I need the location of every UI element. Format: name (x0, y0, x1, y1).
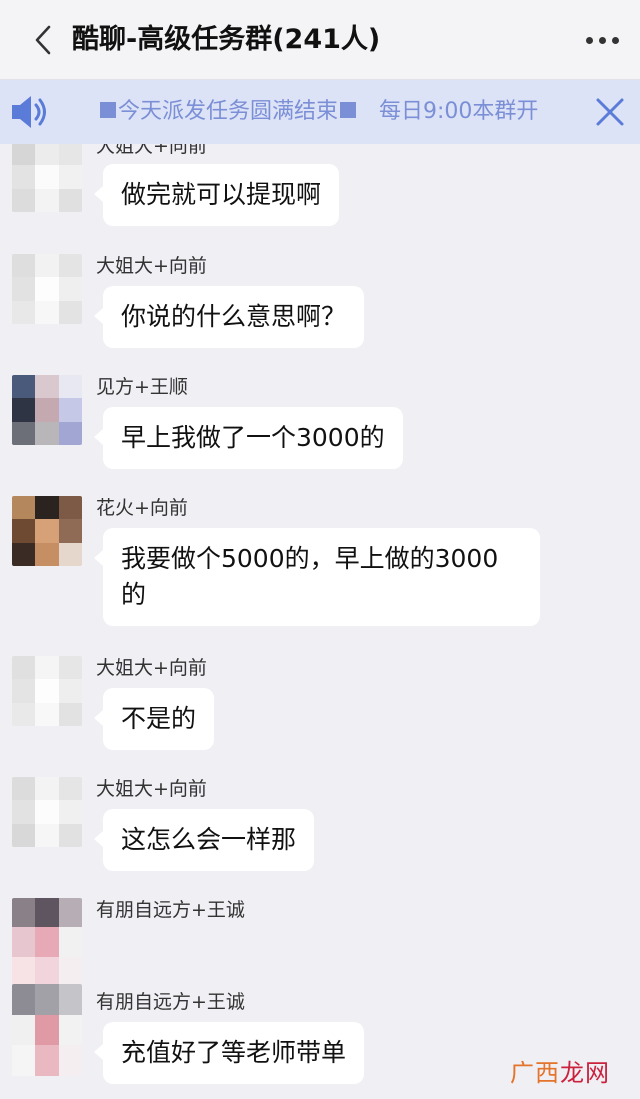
avatar[interactable] (12, 656, 82, 726)
message-bubble[interactable]: 这怎么会一样那 (93, 809, 315, 871)
avatar[interactable] (12, 898, 82, 986)
announcement-part1: 今天派发任务圆满结束 (118, 99, 339, 124)
close-icon[interactable] (590, 92, 630, 132)
square-bullet-icon (100, 102, 116, 118)
avatar[interactable] (12, 496, 82, 566)
avatar[interactable] (12, 984, 82, 1076)
avatar[interactable] (12, 144, 82, 212)
avatar[interactable] (12, 254, 82, 324)
announcement-bar[interactable]: 今天派发任务圆满结束 每日9:00本群开 (0, 80, 640, 144)
sender-name: 大姐大+向前 (96, 255, 207, 277)
watermark: 广西龙网 (510, 1053, 610, 1088)
watermark-part1: 广西 (510, 1059, 560, 1087)
message-line: 我要做个5000的，早上做的3000 (121, 544, 499, 573)
sender-name: 花火+向前 (96, 497, 188, 519)
sender-name: 大姐大+向前 (96, 657, 207, 679)
announcement-part2: 每日9:00本群开 (379, 99, 539, 124)
group-title: 酷聊-高级任务群(241人) (72, 24, 381, 55)
chevron-left-icon (35, 25, 51, 55)
sender-name: 有朋自远方+王诚 (96, 991, 245, 1013)
speaker-icon (12, 96, 46, 128)
sender-name: 有朋自远方+王诚 (96, 899, 245, 921)
square-bullet-icon (340, 102, 357, 118)
sender-name: 大姐大+向前 (96, 144, 207, 157)
more-dot-icon (611, 36, 619, 44)
message-bubble[interactable]: 我要做个5000的，早上做的3000 的 (94, 528, 540, 626)
message-bubble[interactable]: 你说的什么意思啊？ (93, 286, 365, 348)
message-list[interactable]: 大姐大+向前 做完就可以提现啊 大姐大+向前 你说的什么意思啊？ 见方+王顺 早… (0, 144, 640, 1099)
more-dot-icon (598, 36, 606, 44)
announcement-text: 今天派发任务圆满结束 每日9:00本群开 (98, 80, 588, 144)
chat-header: 酷聊-高级任务群(241人) (0, 0, 640, 80)
message-line: 的 (121, 580, 147, 609)
sender-name: 见方+王顺 (96, 376, 188, 398)
back-button[interactable] (26, 18, 60, 62)
watermark-part2: 龙网 (560, 1059, 610, 1087)
avatar[interactable] (12, 777, 82, 847)
avatar[interactable] (12, 375, 82, 445)
message-bubble[interactable]: 充值好了等老师带单 (93, 1022, 365, 1084)
message-bubble[interactable]: 做完就可以提现啊 (93, 164, 340, 226)
more-dot-icon (585, 36, 593, 44)
sender-name: 大姐大+向前 (96, 778, 207, 800)
more-button[interactable] (578, 20, 626, 60)
message-bubble[interactable]: 不是的 (93, 688, 215, 750)
message-bubble[interactable]: 早上我做了一个3000的 (94, 407, 403, 469)
